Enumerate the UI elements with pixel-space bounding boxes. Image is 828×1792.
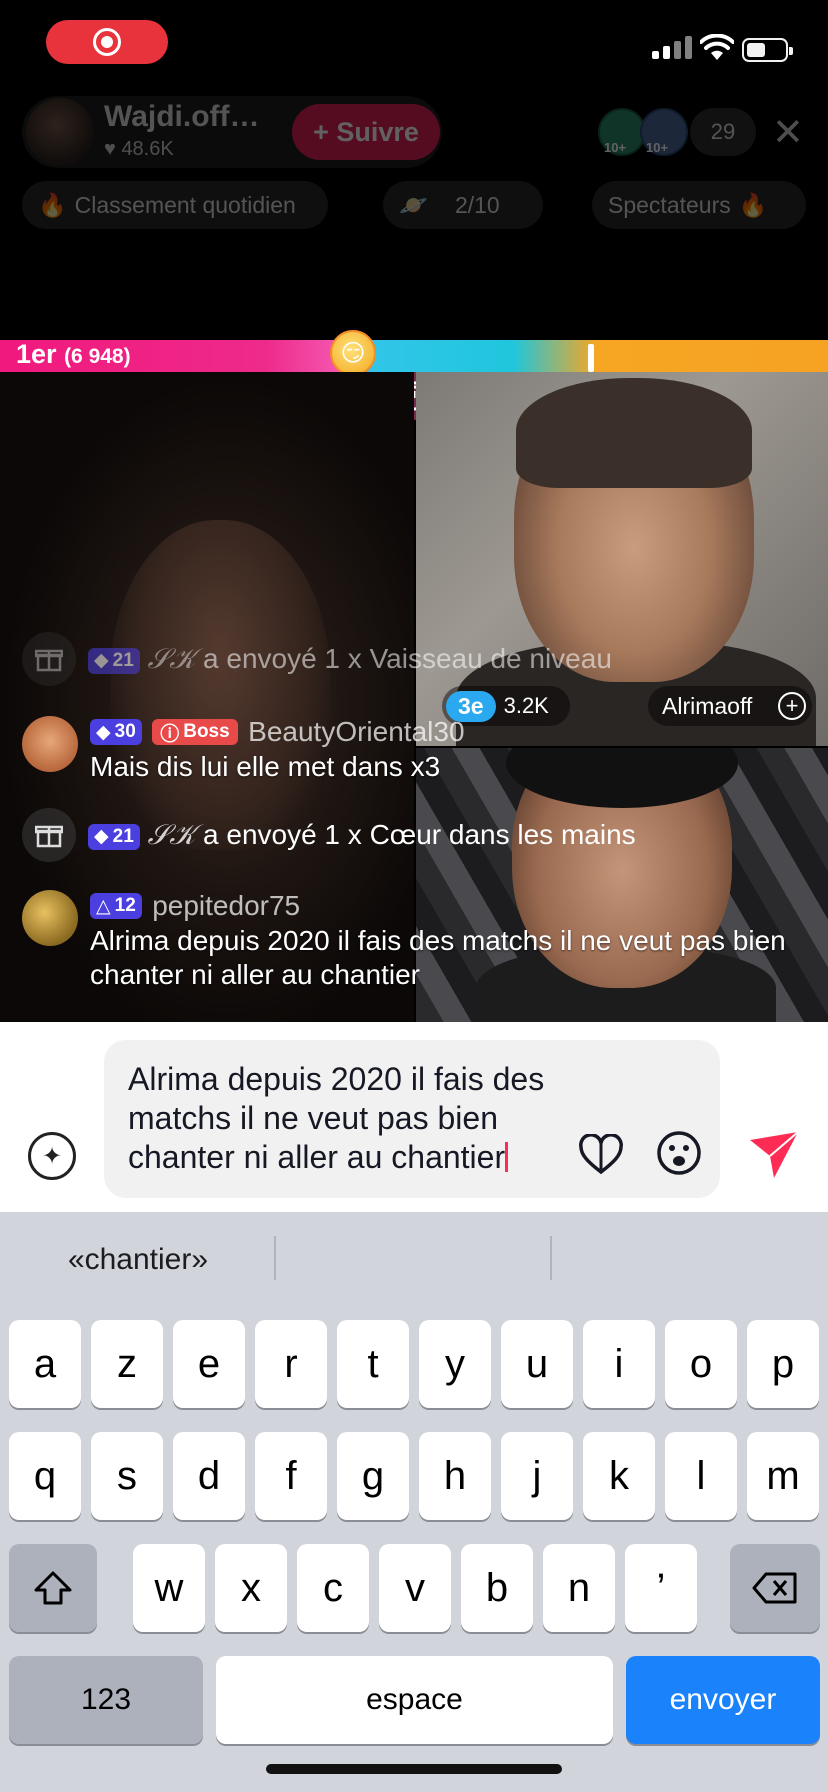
home-indicator[interactable] — [266, 1764, 562, 1774]
key-n[interactable]: n — [543, 1544, 615, 1632]
daily-ranking-pill[interactable]: 🔥 Classement quotidien — [22, 181, 328, 229]
host-name[interactable]: Wajdi.off… — [104, 100, 260, 134]
comment-text: Mais dis lui elle met dans x3 — [90, 751, 441, 782]
screen-recording-indicator[interactable] — [46, 20, 168, 64]
fire-avatar-icon: 🔥 — [738, 191, 768, 218]
key-z[interactable]: z — [91, 1320, 163, 1408]
key-t[interactable]: t — [337, 1320, 409, 1408]
level-badge: ◆ 30 — [90, 719, 142, 745]
flame-icon: 🔥 — [38, 191, 67, 218]
host-avatar[interactable] — [26, 98, 94, 166]
ranking-label: Classement quotidien — [74, 191, 296, 218]
spectators-pill[interactable]: Spectateurs 🔥 — [592, 181, 806, 229]
follow-button[interactable]: + Suivre — [292, 104, 440, 160]
sparkle-icon[interactable]: ✦ — [28, 1132, 76, 1180]
key-o[interactable]: o — [665, 1320, 737, 1408]
key-s[interactable]: s — [91, 1432, 163, 1520]
level-badge: △ 12 — [90, 893, 142, 919]
spectators-label: Spectateurs — [608, 191, 731, 218]
user-avatar[interactable] — [22, 890, 78, 946]
key-x[interactable]: x — [215, 1544, 287, 1632]
send-icon[interactable] — [746, 1126, 802, 1182]
numbers-key[interactable]: 123 — [9, 1656, 203, 1744]
user-avatar[interactable] — [22, 716, 78, 772]
planet-icon: 🪐 — [399, 191, 428, 218]
key-r[interactable]: r — [255, 1320, 327, 1408]
chat-comment-row: ◆ 30 ⓘ Boss BeautyOriental30 Mais dis lu… — [22, 716, 812, 784]
key-p[interactable]: p — [747, 1320, 819, 1408]
cellular-signal-icon — [652, 36, 692, 59]
chat-comment-row: △ 12 pepitedor75 Alrima depuis 2020 il f… — [22, 890, 812, 992]
username[interactable]: BeautyOriental30 — [248, 716, 464, 747]
key-w[interactable]: w — [133, 1544, 205, 1632]
key-l[interactable]: l — [665, 1432, 737, 1520]
gift-text: a envoyé 1 x Cœur dans les mains — [203, 819, 636, 850]
key-a[interactable]: a — [9, 1320, 81, 1408]
level-badge: ◆ 21 — [88, 823, 140, 850]
first-rank: 1er — [16, 339, 57, 369]
chat-gift-row: ◆ 21 𝒮𝒦 a envoyé 1 x Vaisseau de niveau — [22, 632, 812, 686]
key-v[interactable]: v — [379, 1544, 451, 1632]
key-u[interactable]: u — [501, 1320, 573, 1408]
top-viewer-avatar-1[interactable]: 10+ — [598, 108, 646, 156]
shift-key[interactable] — [9, 1544, 97, 1632]
gift-text: a envoyé 1 x Vaisseau de niveau — [203, 643, 612, 674]
comment-text: Alrima depuis 2020 il fais des matchs il… — [90, 925, 786, 990]
gift-icon — [22, 808, 76, 862]
close-icon[interactable]: ✕ — [772, 110, 804, 155]
viewer-count[interactable]: 29 — [690, 108, 756, 156]
boss-badge: ⓘ Boss — [152, 719, 238, 745]
key-k[interactable]: k — [583, 1432, 655, 1520]
key-apostrophe[interactable]: ’ — [625, 1544, 697, 1632]
suggestion-slot-3[interactable] — [556, 1230, 826, 1290]
username[interactable]: pepitedor75 — [152, 890, 300, 921]
chat-gift-row: ◆ 21 𝒮𝒦 a envoyé 1 x Cœur dans les mains — [22, 808, 812, 862]
spark-icon — [588, 344, 594, 372]
backspace-icon — [752, 1572, 797, 1604]
key-f[interactable]: f — [255, 1432, 327, 1520]
viewer-badge-2: 10+ — [646, 140, 669, 155]
comment-input[interactable]: Alrima depuis 2020 il fais des matchs il… — [104, 1040, 720, 1198]
key-b[interactable]: b — [461, 1544, 533, 1632]
shift-icon — [34, 1571, 72, 1605]
sender-name[interactable]: 𝒮𝒦 — [148, 818, 196, 851]
return-key[interactable]: envoyer — [626, 1656, 820, 1744]
comment-input-value: Alrima depuis 2020 il fais des matchs il… — [128, 1061, 545, 1175]
viewer-badge-1: 10+ — [604, 140, 627, 155]
key-c[interactable]: c — [297, 1544, 369, 1632]
key-i[interactable]: i — [583, 1320, 655, 1408]
key-e[interactable]: e — [173, 1320, 245, 1408]
space-key[interactable]: espace — [216, 1656, 613, 1744]
wifi-icon — [700, 34, 734, 60]
key-j[interactable]: j — [501, 1432, 573, 1520]
level-badge: ◆ 21 — [88, 647, 140, 674]
key-g[interactable]: g — [337, 1432, 409, 1520]
gift-icon — [22, 632, 76, 686]
first-score: (6 948) — [64, 345, 131, 368]
key-y[interactable]: y — [419, 1320, 491, 1408]
suggestion-slot-2[interactable] — [280, 1230, 550, 1290]
key-q[interactable]: q — [9, 1432, 81, 1520]
record-icon — [93, 28, 121, 56]
mission-progress: 2/10 — [454, 191, 500, 218]
key-h[interactable]: h — [419, 1432, 491, 1520]
sender-name[interactable]: 𝒮𝒦 — [148, 642, 196, 675]
key-d[interactable]: d — [173, 1432, 245, 1520]
heart-icon[interactable] — [578, 1134, 624, 1176]
likes-count: 48.6K — [121, 138, 174, 160]
mission-pill[interactable]: 🪐 2/10 — [383, 181, 543, 229]
battery-icon — [742, 38, 793, 62]
battle-emoji-icon: 😏 — [330, 330, 376, 376]
host-likes: ♥ 48.6K — [104, 138, 174, 160]
emoji-icon[interactable] — [656, 1130, 702, 1176]
top-viewer-avatar-2[interactable]: 10+ — [640, 108, 688, 156]
key-m[interactable]: m — [747, 1432, 819, 1520]
first-place-label: 1er (6 948) — [16, 339, 131, 370]
autocorrect-suggestion[interactable]: «chantier» — [20, 1230, 256, 1290]
delete-key[interactable] — [730, 1544, 820, 1632]
text-caret — [505, 1142, 509, 1172]
